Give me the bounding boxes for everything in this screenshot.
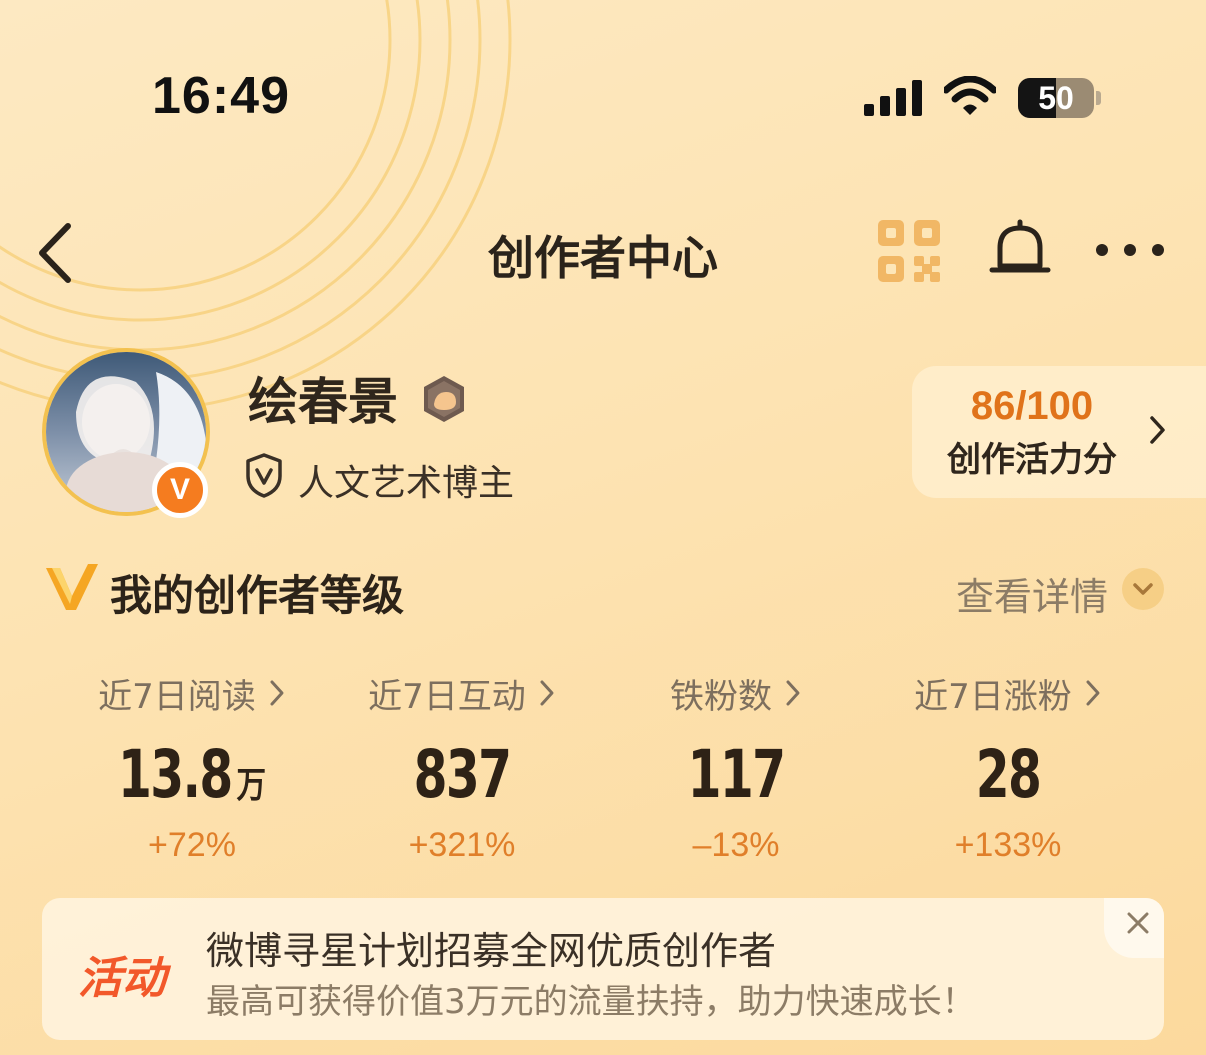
stat-change: +321% bbox=[408, 826, 516, 864]
stat-change: +133% bbox=[954, 826, 1062, 864]
stat-value: 837 bbox=[413, 736, 512, 813]
username: 绘春景 bbox=[248, 373, 398, 431]
status-time: 16:49 bbox=[152, 67, 290, 125]
close-icon bbox=[1127, 912, 1149, 934]
signal-icon bbox=[864, 80, 922, 116]
stat-label: 近7日互动 bbox=[368, 676, 526, 717]
chevron-right-icon bbox=[1086, 680, 1100, 706]
stat-value: 117 bbox=[687, 736, 786, 813]
bell-icon bbox=[989, 219, 1051, 273]
activity-score-label: 创作活力分 bbox=[947, 440, 1117, 480]
stat-label: 近7日阅读 bbox=[98, 676, 256, 717]
stat-change: –13% bbox=[692, 826, 780, 864]
stat-unit: 万 bbox=[236, 765, 267, 806]
creator-center-screen: 16:49 50 创作者中心 V 绘春景 人文艺术博主 86/100 创作活力分… bbox=[0, 0, 1206, 1055]
stat-reads-7d[interactable]: 近7日阅读 13.8 万 +72% bbox=[62, 670, 322, 865]
chevron-right-icon bbox=[1150, 416, 1165, 444]
qr-code-button[interactable] bbox=[876, 218, 942, 284]
verification-label: 人文艺术博主 bbox=[298, 463, 515, 504]
chevron-right-icon bbox=[540, 680, 554, 706]
shield-v-icon bbox=[246, 453, 282, 498]
activity-score-card[interactable]: 86/100 创作活力分 bbox=[912, 366, 1206, 498]
banner-subtitle: 最高可获得价值3万元的流量扶持，助力快速成长！ bbox=[206, 982, 976, 1022]
chevron-down-icon bbox=[1122, 568, 1164, 610]
chevron-right-icon bbox=[270, 680, 284, 706]
back-icon bbox=[39, 223, 71, 283]
user-level-badge-icon bbox=[424, 376, 464, 422]
activity-score-value: 86/100 bbox=[970, 384, 1094, 428]
more-icon bbox=[1096, 244, 1164, 256]
stat-value: 28 bbox=[975, 736, 1042, 813]
stat-value: 13.8 bbox=[117, 736, 233, 813]
back-button[interactable] bbox=[30, 218, 80, 288]
chevron-right-icon bbox=[786, 680, 800, 706]
banner-title: 微博寻星计划招募全网优质创作者 bbox=[206, 929, 777, 973]
stat-label: 铁粉数 bbox=[670, 676, 772, 717]
battery-icon: 50 bbox=[1018, 78, 1094, 118]
more-button[interactable] bbox=[1090, 232, 1170, 268]
stat-new-fans-7d[interactable]: 近7日涨粉 28 +133% bbox=[878, 670, 1138, 865]
battery-percent: 50 bbox=[1038, 80, 1074, 116]
stat-change: +72% bbox=[148, 826, 236, 864]
view-details-label: 查看详情 bbox=[956, 575, 1109, 619]
stat-interactions-7d[interactable]: 近7日互动 837 +321% bbox=[332, 670, 592, 865]
close-banner-button[interactable] bbox=[1104, 898, 1164, 958]
page-title: 创作者中心 bbox=[488, 231, 718, 285]
decorative-rings bbox=[0, 0, 512, 412]
stat-label: 近7日涨粉 bbox=[914, 676, 1072, 717]
creator-level-title: 我的创作者等级 bbox=[110, 571, 405, 620]
battery-tip bbox=[1096, 91, 1101, 105]
verified-badge: V bbox=[152, 462, 208, 518]
activity-tag: 活动 bbox=[78, 953, 166, 1004]
view-details-button[interactable]: 查看详情 bbox=[956, 566, 1166, 619]
v-logo-icon bbox=[46, 564, 98, 610]
notification-button[interactable] bbox=[988, 218, 1052, 284]
activity-banner[interactable]: 活动 微博寻星计划招募全网优质创作者 最高可获得价值3万元的流量扶持，助力快速成… bbox=[42, 898, 1164, 1040]
wifi-icon bbox=[944, 76, 996, 115]
stat-loyal-fans[interactable]: 铁粉数 117 –13% bbox=[606, 670, 866, 865]
qr-code-icon bbox=[878, 220, 940, 282]
